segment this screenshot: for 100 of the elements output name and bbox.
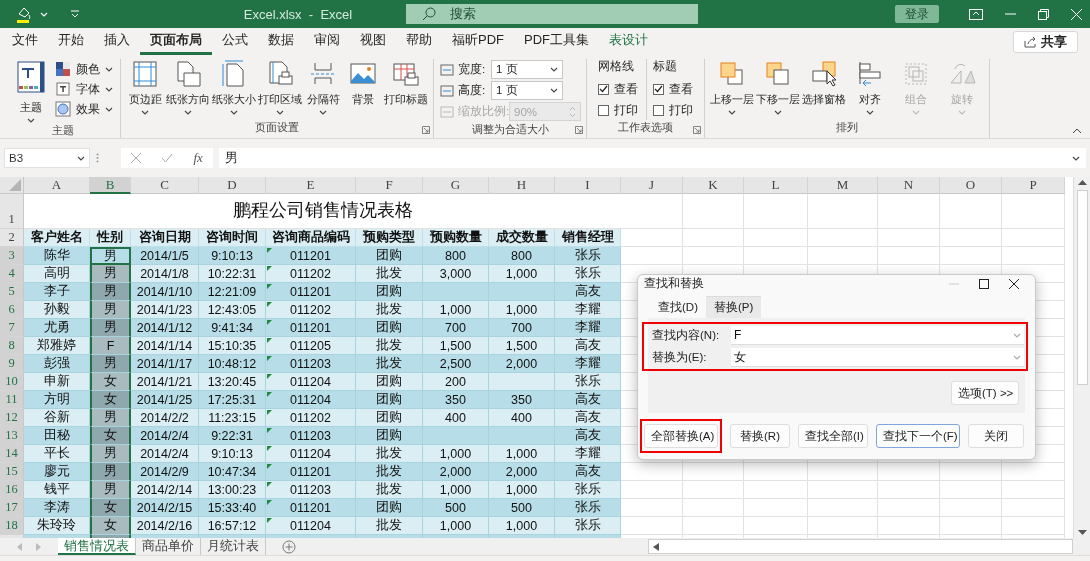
search-field[interactable]: 搜索 — [406, 4, 698, 24]
checkbox-option[interactable]: 打印 — [653, 100, 693, 120]
ribbon-button[interactable]: 对齐 — [848, 59, 892, 115]
column-header[interactable]: J — [621, 177, 683, 194]
row-header[interactable]: 6 — [0, 301, 24, 319]
checkbox-option[interactable]: 查看 — [598, 79, 638, 99]
row-header[interactable]: 7 — [0, 319, 24, 337]
ribbon-tab[interactable]: PDF工具集 — [514, 31, 599, 55]
column-header[interactable]: P — [1002, 177, 1065, 194]
table-cell: 2014/1/23 — [131, 301, 199, 319]
ribbon-button[interactable]: 打印标题 — [384, 59, 428, 107]
ribbon-tab[interactable]: 公式 — [212, 31, 258, 55]
theme-option-button[interactable]: 效果 — [53, 99, 115, 119]
ribbon-tab[interactable]: 页面布局 — [140, 31, 212, 55]
ribbon-tab[interactable]: 文件 — [2, 31, 48, 55]
checkbox-option[interactable]: 查看 — [653, 79, 693, 99]
column-header[interactable]: M — [808, 177, 878, 194]
column-header[interactable]: I — [555, 177, 621, 194]
table-cell: 男 — [90, 301, 131, 319]
column-header[interactable]: O — [940, 177, 1002, 194]
column-header[interactable]: F — [356, 177, 423, 194]
scale-field[interactable]: 1 页 — [491, 81, 563, 100]
ribbon-button[interactable]: 纸张大小 — [212, 59, 256, 115]
table-cell: 1,000 — [423, 481, 489, 499]
table-cell: 2014/1/21 — [131, 373, 199, 391]
table-cell: 团购 — [356, 409, 423, 427]
dialog-tab[interactable]: 替换(P) — [705, 296, 762, 318]
share-button[interactable]: 共享 — [1013, 31, 1078, 53]
theme-button[interactable]: 主题 — [11, 59, 51, 123]
row-header[interactable]: 18 — [0, 517, 24, 535]
ribbon-button[interactable]: 页边距 — [126, 59, 164, 115]
row-header[interactable]: 17 — [0, 499, 24, 517]
ribbon-tab[interactable]: 帮助 — [396, 31, 442, 55]
header-cell: 预购数量 — [423, 229, 489, 247]
table-cell: 张乐 — [555, 499, 621, 517]
scale-field[interactable]: 1 页 — [491, 60, 563, 79]
column-header[interactable]: K — [683, 177, 744, 194]
row-header[interactable]: 9 — [0, 355, 24, 373]
row-header[interactable]: 8 — [0, 337, 24, 355]
table-cell: 李耀 — [555, 319, 621, 337]
row-header[interactable]: 2 — [0, 229, 24, 247]
dialog-button[interactable]: 全部替换(A) — [644, 424, 718, 448]
table-cell: 2014/1/14 — [131, 337, 199, 355]
table-cell: 田秘 — [24, 427, 90, 445]
row-header[interactable]: 15 — [0, 463, 24, 481]
ribbon-button[interactable]: 下移一层 — [756, 59, 800, 115]
checkbox-option[interactable]: 打印 — [598, 100, 638, 120]
ribbon-tab[interactable]: 福昕PDF — [442, 31, 514, 55]
dialog-button[interactable]: 查找下一个(F) — [876, 424, 960, 448]
column-header[interactable]: L — [744, 177, 808, 194]
table-cell: 团购 — [356, 319, 423, 337]
ribbon-button[interactable]: 背景 — [344, 59, 382, 107]
input-field[interactable]: F — [731, 326, 1024, 345]
table-cell: 011203 — [266, 427, 356, 445]
dialog-button[interactable]: 替换(R) — [730, 424, 790, 448]
column-header[interactable]: E — [266, 177, 356, 194]
row-header[interactable]: 5 — [0, 283, 24, 301]
row-header[interactable]: 1 — [0, 194, 24, 229]
sign-in-button[interactable]: 登录 — [895, 5, 939, 23]
column-header[interactable]: C — [131, 177, 199, 194]
ribbon-button[interactable]: 上移一层 — [710, 59, 754, 115]
row-header[interactable]: 3 — [0, 247, 24, 265]
ribbon-button[interactable]: 纸张方向 — [166, 59, 210, 115]
table-cell: 700 — [423, 319, 489, 337]
row-header[interactable]: 16 — [0, 481, 24, 499]
theme-option-button[interactable]: 颜色 — [53, 59, 115, 79]
ribbon-button[interactable]: 打印区域 — [258, 59, 302, 115]
table-cell: 团购 — [356, 499, 423, 517]
ribbon-tab[interactable]: 数据 — [258, 31, 304, 55]
table-cell: 011201 — [266, 463, 356, 481]
column-header[interactable]: G — [423, 177, 489, 194]
name-box[interactable]: B3 — [4, 148, 90, 168]
field-label: 高度: — [458, 83, 487, 98]
ribbon-tab[interactable]: 视图 — [350, 31, 396, 55]
dialog-button[interactable]: 查找全部(I) — [798, 424, 868, 448]
ribbon-button[interactable]: 分隔符 — [304, 59, 342, 115]
column-header[interactable]: N — [878, 177, 940, 194]
theme-option-button[interactable]: 字体 — [53, 79, 115, 99]
input-field[interactable]: 女 — [731, 348, 1024, 367]
formula-field[interactable]: 男 — [219, 148, 1086, 168]
row-header[interactable]: 4 — [0, 265, 24, 283]
ribbon-tab[interactable]: 审阅 — [304, 31, 350, 55]
ribbon-button[interactable]: 选择窗格 — [802, 59, 846, 107]
column-header[interactable]: D — [199, 177, 266, 194]
ribbon-tab[interactable]: 插入 — [94, 31, 140, 55]
column-header[interactable]: A — [24, 177, 90, 194]
row-header[interactable]: 14 — [0, 445, 24, 463]
column-header[interactable]: H — [489, 177, 555, 194]
options-button[interactable]: 选项(T) >> — [951, 381, 1019, 405]
row-header[interactable]: 13 — [0, 427, 24, 445]
dialog-button[interactable]: 关闭 — [968, 424, 1024, 448]
column-header[interactable]: B — [90, 177, 131, 194]
sheet-tab[interactable]: 销售情况表 — [58, 538, 136, 555]
ribbon-tab[interactable]: 表设计 — [599, 31, 658, 55]
ribbon-tab[interactable]: 开始 — [48, 31, 94, 55]
insert-function-button[interactable]: fx — [193, 150, 203, 166]
row-header[interactable]: 12 — [0, 409, 24, 427]
row-header[interactable]: 10 — [0, 373, 24, 391]
row-header[interactable]: 11 — [0, 391, 24, 409]
dialog-tab[interactable]: 查找(D) — [650, 296, 706, 318]
